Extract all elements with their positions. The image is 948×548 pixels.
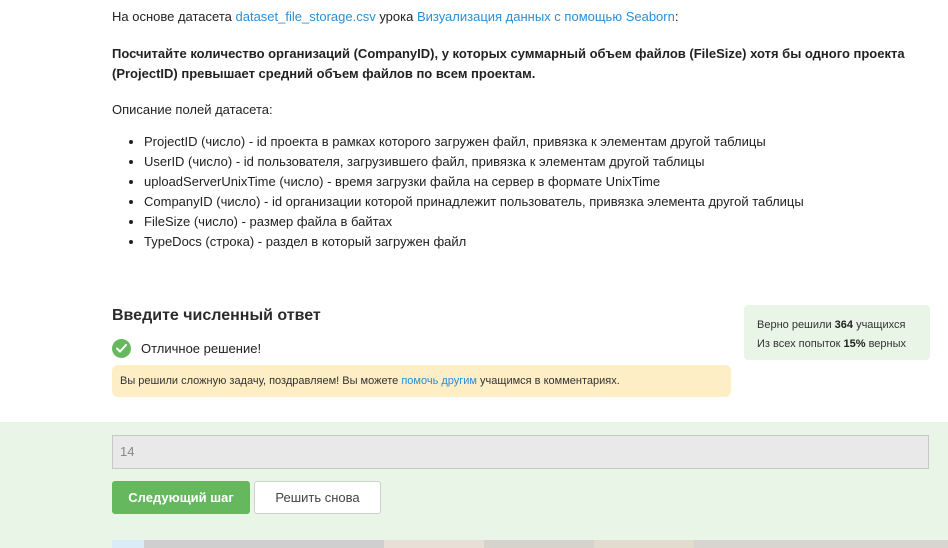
help-others-link[interactable]: помочь другим xyxy=(401,375,477,387)
notice-prefix: Вы решили сложную задачу, поздравляем! В… xyxy=(120,375,402,387)
task-statement: Посчитайте количество организаций (Compa… xyxy=(112,46,905,81)
list-item: UserID (число) - id пользователя, загруз… xyxy=(144,152,804,172)
list-item: ProjectID (число) - id проекта в рамках … xyxy=(144,132,804,152)
description-title: Описание полей датасета: xyxy=(112,102,273,117)
intro-prefix: На основе датасета xyxy=(112,9,236,24)
checkmark-icon xyxy=(112,339,131,358)
intro-suffix: : xyxy=(674,9,679,24)
list-item: uploadServerUnixTime (число) - время заг… xyxy=(144,172,804,192)
stats-solved-label: Верно решили xyxy=(757,319,835,331)
answer-input[interactable]: 14 xyxy=(112,435,929,469)
list-item: FileSize (число) - размер файла в байтах xyxy=(144,212,804,232)
list-item: CompanyID (число) - id организации котор… xyxy=(144,192,804,212)
stats-percent-suffix: верных xyxy=(865,338,907,350)
bottom-strip xyxy=(112,540,948,548)
success-text: Отличное решение! xyxy=(141,341,262,356)
stats-percent-label: Из всех попыток xyxy=(757,338,844,350)
intro-middle: урока xyxy=(375,9,417,24)
stats-solved: Верно решили 364 учащихся xyxy=(757,316,930,335)
stats-percent: Из всех попыток 15% верных xyxy=(757,335,930,354)
answer-title: Введите численный ответ xyxy=(112,307,321,324)
fields-list: ProjectID (число) - id проекта в рамках … xyxy=(112,132,804,252)
success-message: Отличное решение! xyxy=(112,339,261,358)
next-step-button[interactable]: Следующий шаг xyxy=(112,481,250,514)
stats-percent-value: 15% xyxy=(843,338,866,350)
dataset-link[interactable]: dataset_file_storage.csv xyxy=(236,9,376,24)
congrats-notice: Вы решили сложную задачу, поздравляем! В… xyxy=(112,365,731,397)
stats-solved-count: 364 xyxy=(834,319,854,331)
stats-solved-suffix: учащихся xyxy=(853,319,906,331)
lesson-link[interactable]: Визуализация данных с помощью Seaborn xyxy=(417,9,675,24)
notice-suffix: учащимся в комментариях. xyxy=(477,375,620,387)
retry-button[interactable]: Решить снова xyxy=(254,481,381,514)
stats-panel: Верно решили 364 учащихся Из всех попыто… xyxy=(744,305,930,360)
list-item: TypeDocs (строка) - раздел в который заг… xyxy=(144,232,804,252)
intro-text: На основе датасета dataset_file_storage.… xyxy=(112,8,678,25)
